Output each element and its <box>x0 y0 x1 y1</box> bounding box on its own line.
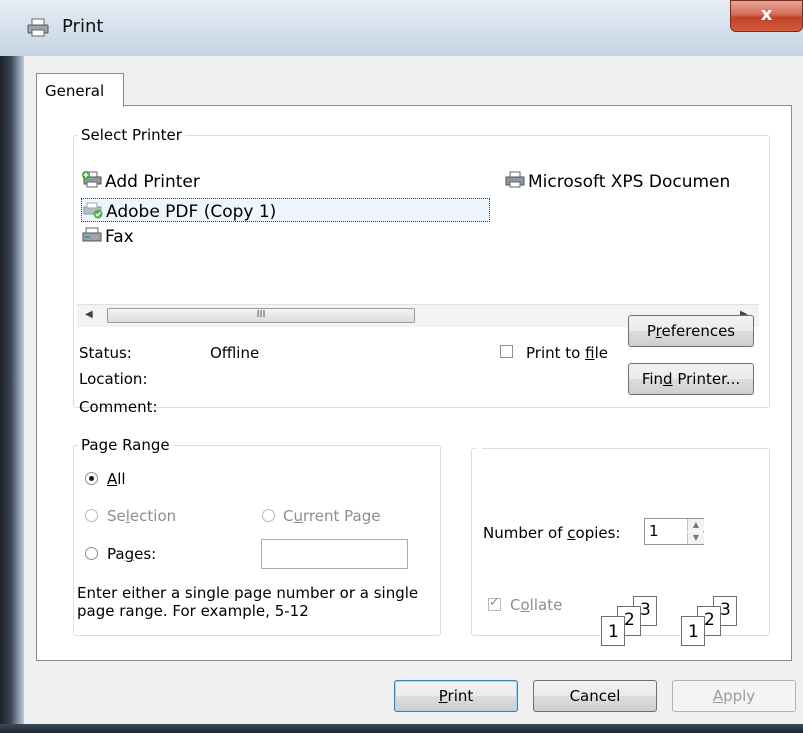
general-tab-panel: Select Printer Add Printer Adobe PDF (Co… <box>36 105 792 661</box>
page-range-hint-line2: page range. For example, 5-12 <box>77 602 309 620</box>
scroll-thumb[interactable]: III <box>107 308 415 323</box>
apply-button[interactable]: Apply <box>672 680 796 712</box>
select-printer-legend: Select Printer <box>81 126 182 144</box>
page-range-selection-radio[interactable] <box>85 509 98 522</box>
cancel-button[interactable]: Cancel <box>533 680 657 712</box>
printer-name: Adobe PDF (Copy 1) <box>106 202 277 222</box>
scroll-thumb-grip: III <box>256 309 266 320</box>
pages-input[interactable] <box>261 539 408 569</box>
window-left-edge <box>0 0 24 733</box>
tab-general-label: General <box>45 82 105 100</box>
dialog-body: General Select Printer Add Printer Adobe… <box>24 56 803 724</box>
list-item-add-printer[interactable]: Add Printer <box>81 171 200 192</box>
copies-down-arrow-icon[interactable]: ▼ <box>687 532 704 544</box>
status-value: Offline <box>210 344 260 362</box>
printer-name: Add Printer <box>105 172 200 192</box>
list-item-fax[interactable]: Fax <box>81 226 134 247</box>
window-title: Print <box>62 16 104 37</box>
printer-icon <box>504 171 526 188</box>
page-range-pages-label[interactable]: Pages: <box>107 545 156 563</box>
page-range-current-page-radio[interactable] <box>262 509 275 522</box>
print-to-file-checkbox[interactable] <box>500 345 513 358</box>
number-of-copies-label: Number of copies: <box>483 524 621 542</box>
scroll-left-arrow-icon[interactable]: ◀ <box>85 309 93 320</box>
check-icon: ✓ <box>489 595 500 610</box>
page-range-legend: Page Range <box>81 436 170 454</box>
printer-list[interactable]: Add Printer Adobe PDF (Copy 1) Fax Micro… <box>77 158 759 327</box>
comment-label: Comment: <box>79 398 158 416</box>
page-range-hint-line1: Enter either a single page number or a s… <box>77 584 419 602</box>
window-bottom-edge <box>0 724 803 733</box>
status-label: Status: <box>79 344 132 362</box>
copies-input[interactable]: 1 <box>649 522 659 540</box>
add-printer-icon <box>81 171 103 188</box>
collate-illustration-set-2: 3 2 1 <box>677 596 777 656</box>
page-range-all-radio[interactable] <box>85 472 98 485</box>
collate-checkbox[interactable]: ✓ <box>488 595 501 611</box>
fax-icon <box>81 226 103 242</box>
print-to-file-label[interactable]: Print to file <box>526 344 608 362</box>
preferences-button[interactable]: Preferences <box>628 315 754 347</box>
page-range-all-label[interactable]: All <box>107 470 126 488</box>
find-printer-button[interactable]: Find Printer... <box>628 363 754 395</box>
list-item-adobe-pdf[interactable]: Adobe PDF (Copy 1) <box>81 198 490 222</box>
printer-name: Fax <box>105 227 134 247</box>
list-item-microsoft-xps[interactable]: Microsoft XPS Documen <box>504 171 730 192</box>
location-label: Location: <box>79 370 148 388</box>
collate-page-1: 1 <box>681 616 705 646</box>
tab-general[interactable]: General <box>36 73 124 107</box>
copies-spinner[interactable]: 1 ▲ ▼ <box>644 518 704 545</box>
page-range-selection-label[interactable]: Selection <box>107 507 176 525</box>
print-button[interactable]: Print <box>394 680 518 712</box>
printer-icon <box>26 18 50 38</box>
collate-page-1: 1 <box>601 616 625 646</box>
printer-name: Microsoft XPS Documen <box>528 172 731 192</box>
page-range-current-page-label[interactable]: Current Page <box>283 507 380 525</box>
copies-up-arrow-icon[interactable]: ▲ <box>687 519 704 531</box>
close-button[interactable]: x <box>730 0 803 32</box>
pdf-printer-icon <box>82 201 104 219</box>
close-icon: x <box>760 4 773 25</box>
title-bar[interactable] <box>0 0 803 56</box>
collate-label[interactable]: Collate <box>510 596 562 614</box>
page-range-pages-radio[interactable] <box>85 547 98 560</box>
